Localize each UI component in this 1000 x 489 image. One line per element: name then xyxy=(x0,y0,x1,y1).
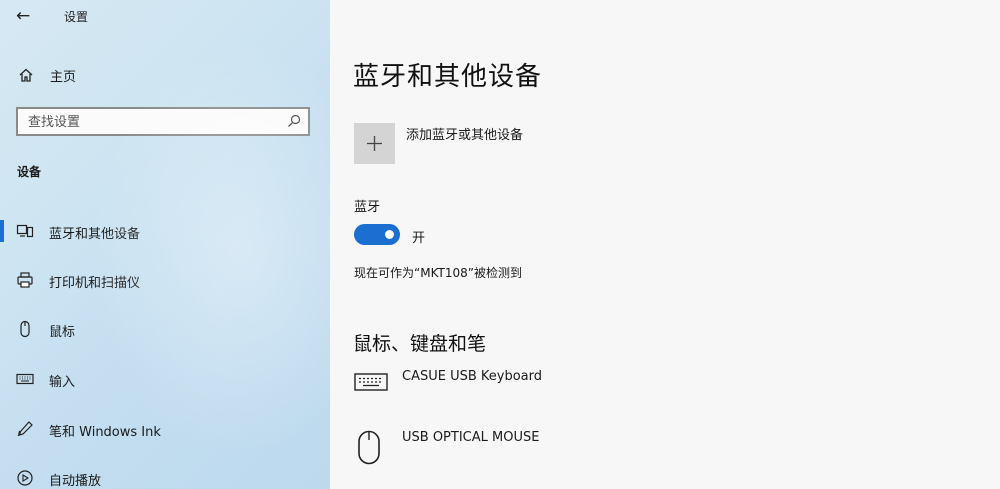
device-name: CASUE USB Keyboard xyxy=(402,369,543,384)
title-bar: ← 设置 xyxy=(0,0,330,34)
sidebar-item-pen[interactable]: 笔和 Windows Ink xyxy=(0,416,330,442)
discoverable-text: 现在可作为“MKT108”被检测到 xyxy=(354,266,522,280)
mouse-icon xyxy=(358,430,380,465)
sidebar-item-printers[interactable]: 打印机和扫描仪 xyxy=(0,267,330,293)
mouse-icon xyxy=(20,320,30,338)
keyboard-icon xyxy=(16,373,34,385)
home-label: 主页 xyxy=(50,69,77,85)
toggle-knob xyxy=(385,230,394,239)
sidebar-item-mouse[interactable]: 鼠标 xyxy=(0,316,330,342)
sidebar-item-label: 蓝牙和其他设备 xyxy=(49,227,141,242)
device-name: USB OPTICAL MOUSE xyxy=(402,430,540,445)
pen-icon xyxy=(17,421,33,437)
page-title: 蓝牙和其他设备 xyxy=(353,62,543,92)
printer-icon xyxy=(17,272,33,288)
main-content: 蓝牙和其他设备 添加蓝牙或其他设备 蓝牙 开 现在可作为“MKT108”被检测到… xyxy=(330,0,1000,489)
home-nav-item[interactable]: 主页 xyxy=(17,64,76,86)
keyboard-icon xyxy=(354,373,388,391)
search-box[interactable] xyxy=(16,107,310,136)
sidebar-item-bluetooth[interactable]: 蓝牙和其他设备 xyxy=(0,218,330,244)
sidebar-item-label: 鼠标 xyxy=(49,325,76,340)
bluetooth-label: 蓝牙 xyxy=(354,200,381,215)
sidebar-item-autoplay[interactable]: 自动播放 xyxy=(0,465,330,489)
bluetooth-toggle[interactable] xyxy=(354,224,400,245)
back-arrow-icon[interactable]: ← xyxy=(16,6,36,26)
sidebar-item-label: 打印机和扫描仪 xyxy=(49,276,141,291)
window-title: 设置 xyxy=(64,10,89,24)
mouse-keyboard-pen-title: 鼠标、键盘和笔 xyxy=(353,333,487,355)
bluetooth-devices-icon xyxy=(16,224,34,238)
device-item-mouse[interactable]: USB OPTICAL MOUSE xyxy=(354,430,954,470)
search-icon[interactable] xyxy=(287,114,301,128)
sidebar-item-label: 输入 xyxy=(49,375,76,390)
sidebar-item-label: 自动播放 xyxy=(49,474,102,489)
plus-icon xyxy=(367,136,382,151)
section-title-devices: 设备 xyxy=(17,165,42,179)
sidebar-item-typing[interactable]: 输入 xyxy=(0,366,330,392)
add-device-label[interactable]: 添加蓝牙或其他设备 xyxy=(406,124,523,143)
sidebar-item-label: 笔和 Windows Ink xyxy=(49,425,161,440)
bluetooth-state-label: 开 xyxy=(412,231,426,246)
device-item-keyboard[interactable]: CASUE USB Keyboard xyxy=(354,369,954,409)
add-device-button[interactable] xyxy=(354,123,395,164)
home-icon xyxy=(19,68,33,82)
autoplay-icon xyxy=(17,470,33,486)
search-input[interactable] xyxy=(28,113,278,131)
sidebar: ← 设置 主页 设备 蓝牙和其他设备 打印机和扫描仪 xyxy=(0,0,330,489)
